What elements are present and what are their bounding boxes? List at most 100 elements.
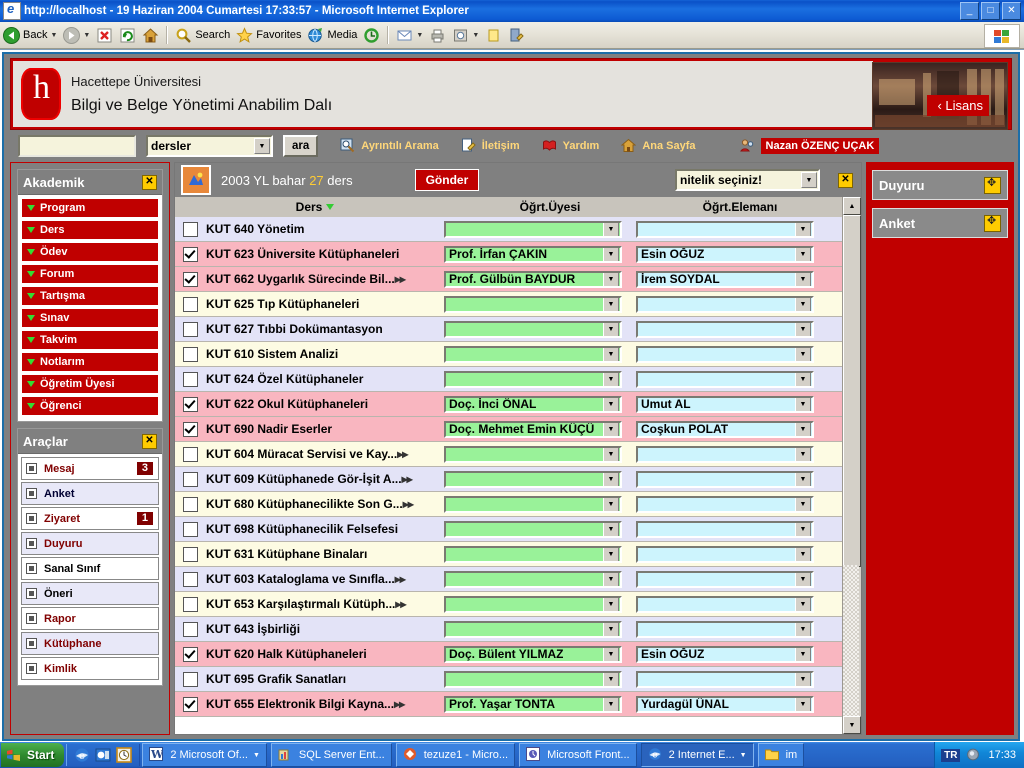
quick-launch-clock-icon[interactable] — [116, 747, 133, 763]
minimize-button[interactable]: _ — [960, 2, 979, 20]
start-button[interactable]: Start — [1, 743, 65, 767]
column-header-ogrt-elemani[interactable]: Öğrt.Elemanı — [645, 200, 835, 214]
row-checkbox[interactable] — [183, 421, 198, 437]
ogrt-elemani-select[interactable]: ▼ — [636, 370, 814, 388]
ogrt-elemani-select[interactable]: Yurdagül ÜNAL ▼ — [636, 695, 814, 713]
attribute-select[interactable]: nitelik seçiniz! ▼ — [675, 169, 820, 191]
taskbar-button-5[interactable]: im — [757, 743, 805, 767]
table-row[interactable]: KUT 603 Kataloglama ve Sınıfla...▸▸ ▼ ▼ — [175, 567, 843, 592]
expand-arrows-icon[interactable]: ▸▸ — [394, 697, 405, 711]
row-checkbox[interactable] — [183, 571, 198, 587]
table-row[interactable]: KUT 690 Nadir Eserler Doç. Mehmet Emin KÜ… — [175, 417, 843, 442]
row-checkbox[interactable] — [183, 296, 198, 312]
row-checkbox[interactable] — [183, 321, 198, 337]
scrollbar-track[interactable] — [843, 565, 859, 717]
table-row[interactable]: KUT 622 Okul Kütüphaneleri Doç. İnci ÖNAL… — [175, 392, 843, 417]
sidebar-item-ders[interactable]: Ders — [21, 220, 159, 240]
sidebar-item-forum[interactable]: Forum — [21, 264, 159, 284]
row-checkbox[interactable] — [183, 396, 198, 412]
forward-button[interactable]: ▼ — [60, 24, 93, 46]
favorites-button[interactable]: Favorites — [233, 24, 304, 46]
row-checkbox[interactable] — [183, 646, 198, 662]
sidebar-item-ödev[interactable]: Ödev — [21, 242, 159, 262]
nav-link-help[interactable]: Yardım — [542, 138, 599, 155]
ogrt-uyesi-select[interactable]: ▼ — [444, 670, 622, 688]
expand-arrows-icon[interactable]: ▸▸ — [397, 447, 408, 461]
ogrt-uyesi-select[interactable]: ▼ — [444, 520, 622, 538]
ogrt-uyesi-select[interactable]: ▼ — [444, 595, 622, 613]
table-row[interactable]: KUT 624 Özel Kütüphaneler ▼ ▼ — [175, 367, 843, 392]
quick-launch-outlook-icon[interactable] — [95, 747, 111, 763]
scrollbar-thumb[interactable] — [843, 215, 861, 567]
nav-link-home[interactable]: Ana Sayfa — [621, 138, 696, 155]
ogrt-uyesi-select[interactable]: ▼ — [444, 545, 622, 563]
ogrt-uyesi-select[interactable]: Prof. İrfan ÇAKIN ▼ — [444, 245, 622, 263]
taskbar-button-2[interactable]: tezuze1 - Micro... — [395, 743, 516, 767]
tool-item-anket[interactable]: Anket — [21, 482, 159, 505]
mail-dropdown-icon[interactable]: ▼ — [416, 32, 423, 39]
forward-dropdown-icon[interactable]: ▼ — [83, 32, 90, 39]
ogrt-elemani-select[interactable]: ▼ — [636, 670, 814, 688]
row-checkbox[interactable] — [183, 546, 198, 562]
edit-button[interactable] — [505, 24, 528, 46]
taskbar-group-chevron-icon[interactable]: ▼ — [740, 752, 747, 759]
table-row[interactable]: KUT 620 Halk Kütüphaneleri Doç. Bülent YI… — [175, 642, 843, 667]
row-checkbox[interactable] — [183, 271, 198, 287]
table-row[interactable]: KUT 662 Uygarlık Sürecinde Bil...▸▸ Prof.… — [175, 267, 843, 292]
row-checkbox[interactable] — [183, 621, 198, 637]
tool-item-rapor[interactable]: Rapor — [21, 607, 159, 630]
sidebar-item-sınav[interactable]: Sınav — [21, 308, 159, 328]
ogrt-elemani-select[interactable]: ▼ — [636, 295, 814, 313]
main-panel-close-icon[interactable]: ✕ — [838, 172, 853, 188]
expand-arrows-icon[interactable]: ▸▸ — [395, 572, 406, 586]
language-indicator[interactable]: TR — [941, 748, 961, 762]
ogrt-uyesi-select[interactable]: ▼ — [444, 570, 622, 588]
nav-link-contact[interactable]: İletişim — [461, 138, 520, 155]
taskbar-group-chevron-icon[interactable]: ▼ — [253, 752, 260, 759]
ogrt-uyesi-select[interactable]: Prof. Yaşar TONTA ▼ — [444, 695, 622, 713]
back-dropdown-icon[interactable]: ▼ — [50, 32, 57, 39]
duyuru-panel[interactable]: Duyuru — [872, 170, 1008, 200]
refresh-button[interactable] — [116, 24, 139, 46]
ogrt-elemani-select[interactable]: ▼ — [636, 620, 814, 638]
ogrt-elemani-select[interactable]: ▼ — [636, 495, 814, 513]
home-button[interactable] — [139, 24, 162, 46]
akademik-panel-close-icon[interactable]: ✕ — [142, 174, 157, 190]
ogrt-uyesi-select[interactable]: Doç. Bülent YILMAZ ▼ — [444, 645, 622, 663]
search-submit-button[interactable]: ara — [283, 135, 319, 157]
ogrt-elemani-select[interactable]: ▼ — [636, 570, 814, 588]
tool-item-ziyaret[interactable]: Ziyaret 1 — [21, 507, 159, 530]
ogrt-elemani-select[interactable]: ▼ — [636, 545, 814, 563]
scroll-up-button[interactable]: ▲ — [843, 197, 861, 215]
back-button[interactable]: Back ▼ — [0, 24, 60, 46]
ogrt-elemani-select[interactable]: Coşkun POLAT ▼ — [636, 420, 814, 438]
sidebar-item-tartışma[interactable]: Tartışma — [21, 286, 159, 306]
taskbar-button-4[interactable]: e 2 Internet E... ▼ — [640, 743, 754, 767]
table-row[interactable]: KUT 623 Üniversite Kütüphaneleri Prof. İr… — [175, 242, 843, 267]
quick-launch-ie-icon[interactable]: e — [74, 747, 90, 763]
table-row[interactable]: KUT 695 Grafik Sanatları ▼ ▼ — [175, 667, 843, 692]
ogrt-uyesi-select[interactable]: ▼ — [444, 620, 622, 638]
taskbar-button-0[interactable]: W 2 Microsoft Of... ▼ — [142, 743, 267, 767]
expand-arrows-icon[interactable]: ▸▸ — [403, 497, 414, 511]
row-checkbox[interactable] — [183, 696, 198, 712]
ogrt-elemani-select[interactable]: ▼ — [636, 345, 814, 363]
araclar-panel-close-icon[interactable]: ✕ — [142, 433, 157, 449]
taskbar-button-3[interactable]: Microsoft Front... — [519, 743, 637, 767]
table-row[interactable]: KUT 640 Yönetim ▼ ▼ — [175, 217, 843, 242]
anket-panel[interactable]: Anket — [872, 208, 1008, 238]
close-button[interactable]: ✕ — [1002, 2, 1021, 20]
ogrt-uyesi-select[interactable]: ▼ — [444, 370, 622, 388]
nav-link-detailed-search[interactable]: Ayrıntılı Arama — [340, 138, 439, 155]
table-row[interactable]: KUT 631 Kütüphane Binaları ▼ ▼ — [175, 542, 843, 567]
mail-button[interactable]: ▼ — [393, 24, 426, 46]
row-checkbox[interactable] — [183, 371, 198, 387]
ogrt-uyesi-select[interactable]: Doç. İnci ÖNAL ▼ — [444, 395, 622, 413]
ogrt-elemani-select[interactable]: Esin OĞUZ ▼ — [636, 645, 814, 663]
stop-button[interactable] — [93, 24, 116, 46]
submit-button[interactable]: Gönder — [414, 169, 480, 191]
ogrt-elemani-select[interactable]: Esin OĞUZ ▼ — [636, 245, 814, 263]
tray-volume-icon[interactable] — [966, 747, 982, 763]
row-checkbox[interactable] — [183, 221, 198, 237]
search-button[interactable]: Search — [172, 24, 233, 46]
